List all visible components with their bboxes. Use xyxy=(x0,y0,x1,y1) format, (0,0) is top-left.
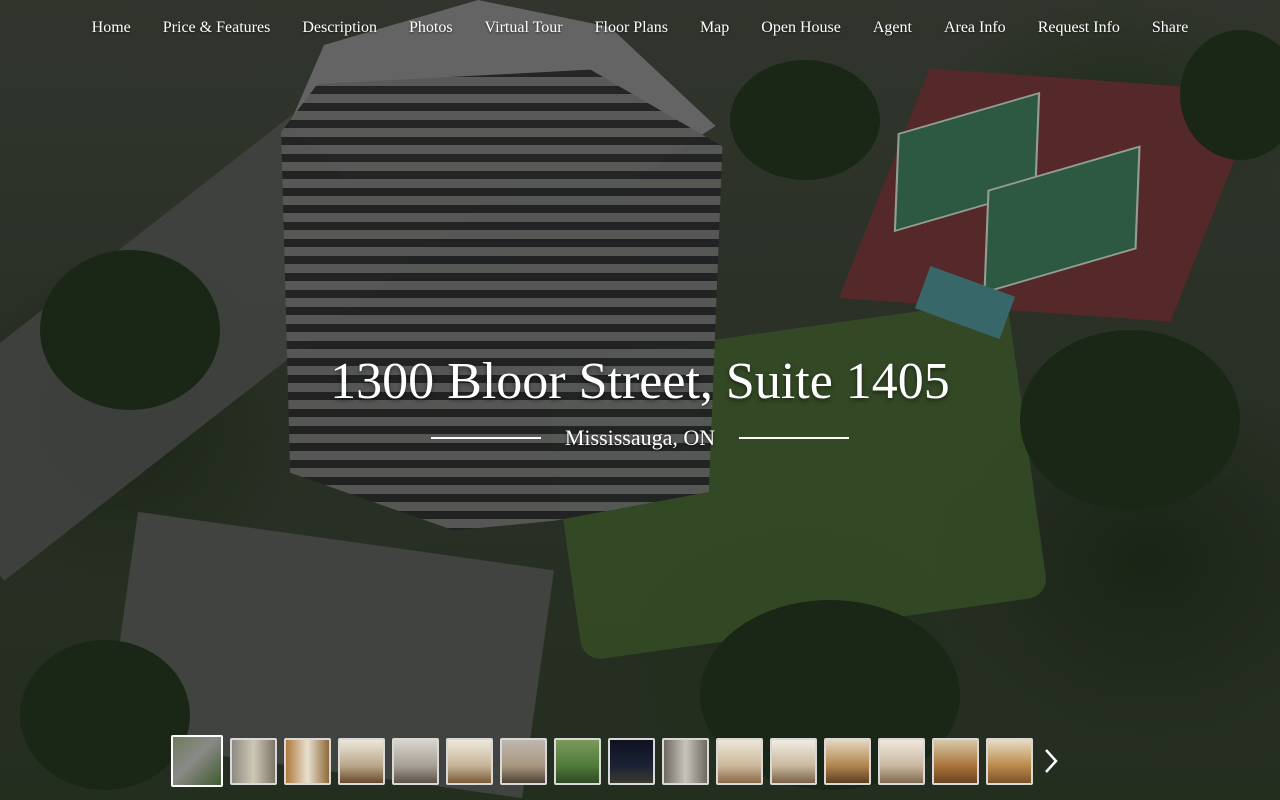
thumbnail-living-2[interactable] xyxy=(446,737,493,785)
divider-left xyxy=(430,437,541,439)
nav-share[interactable]: Share xyxy=(1136,17,1204,39)
city-line: Mississauga, ON xyxy=(0,424,1280,452)
chevron-right-icon[interactable] xyxy=(1040,738,1062,785)
thumbnail-night-view[interactable] xyxy=(608,737,655,785)
thumbnail-living-3[interactable] xyxy=(500,737,547,785)
thumbnail-kitchen[interactable] xyxy=(932,737,979,785)
nav-price-features[interactable]: Price & Features xyxy=(147,17,287,39)
thumbnail-view[interactable] xyxy=(554,737,601,785)
nav-photos[interactable]: Photos xyxy=(393,17,469,39)
nav-request-info[interactable]: Request Info xyxy=(1022,17,1136,39)
thumbnail-windows[interactable] xyxy=(662,737,709,785)
thumbnail-dining-2[interactable] xyxy=(824,737,871,785)
thumbnail-room[interactable] xyxy=(716,737,763,785)
nav-virtual-tour[interactable]: Virtual Tour xyxy=(469,17,579,39)
thumbnail-aerial[interactable] xyxy=(171,735,223,787)
nav-floor-plans[interactable]: Floor Plans xyxy=(579,17,684,39)
property-city: Mississauga, ON xyxy=(564,425,716,450)
thumbnail-bedroom[interactable] xyxy=(878,737,925,785)
thumbnail-living[interactable] xyxy=(392,737,439,785)
thumbnail-hallway[interactable] xyxy=(230,737,277,785)
main-navigation: Home Price & Features Description Photos… xyxy=(0,17,1280,39)
thumbnail-room-2[interactable] xyxy=(770,737,817,785)
property-address: 1300 Bloor Street, Suite 1405 xyxy=(330,353,950,410)
nav-map[interactable]: Map xyxy=(684,17,745,39)
nav-agent[interactable]: Agent xyxy=(857,17,928,39)
thumbnail-foyer[interactable] xyxy=(284,737,331,785)
nav-home[interactable]: Home xyxy=(76,17,147,39)
thumbnail-kitchen-2[interactable] xyxy=(986,737,1033,785)
nav-area-info[interactable]: Area Info xyxy=(928,17,1022,39)
thumbnail-dining[interactable] xyxy=(338,737,385,785)
nav-description[interactable]: Description xyxy=(286,17,393,39)
photo-thumbnail-strip xyxy=(171,735,1062,787)
nav-open-house[interactable]: Open House xyxy=(745,17,857,39)
divider-right xyxy=(739,437,850,439)
